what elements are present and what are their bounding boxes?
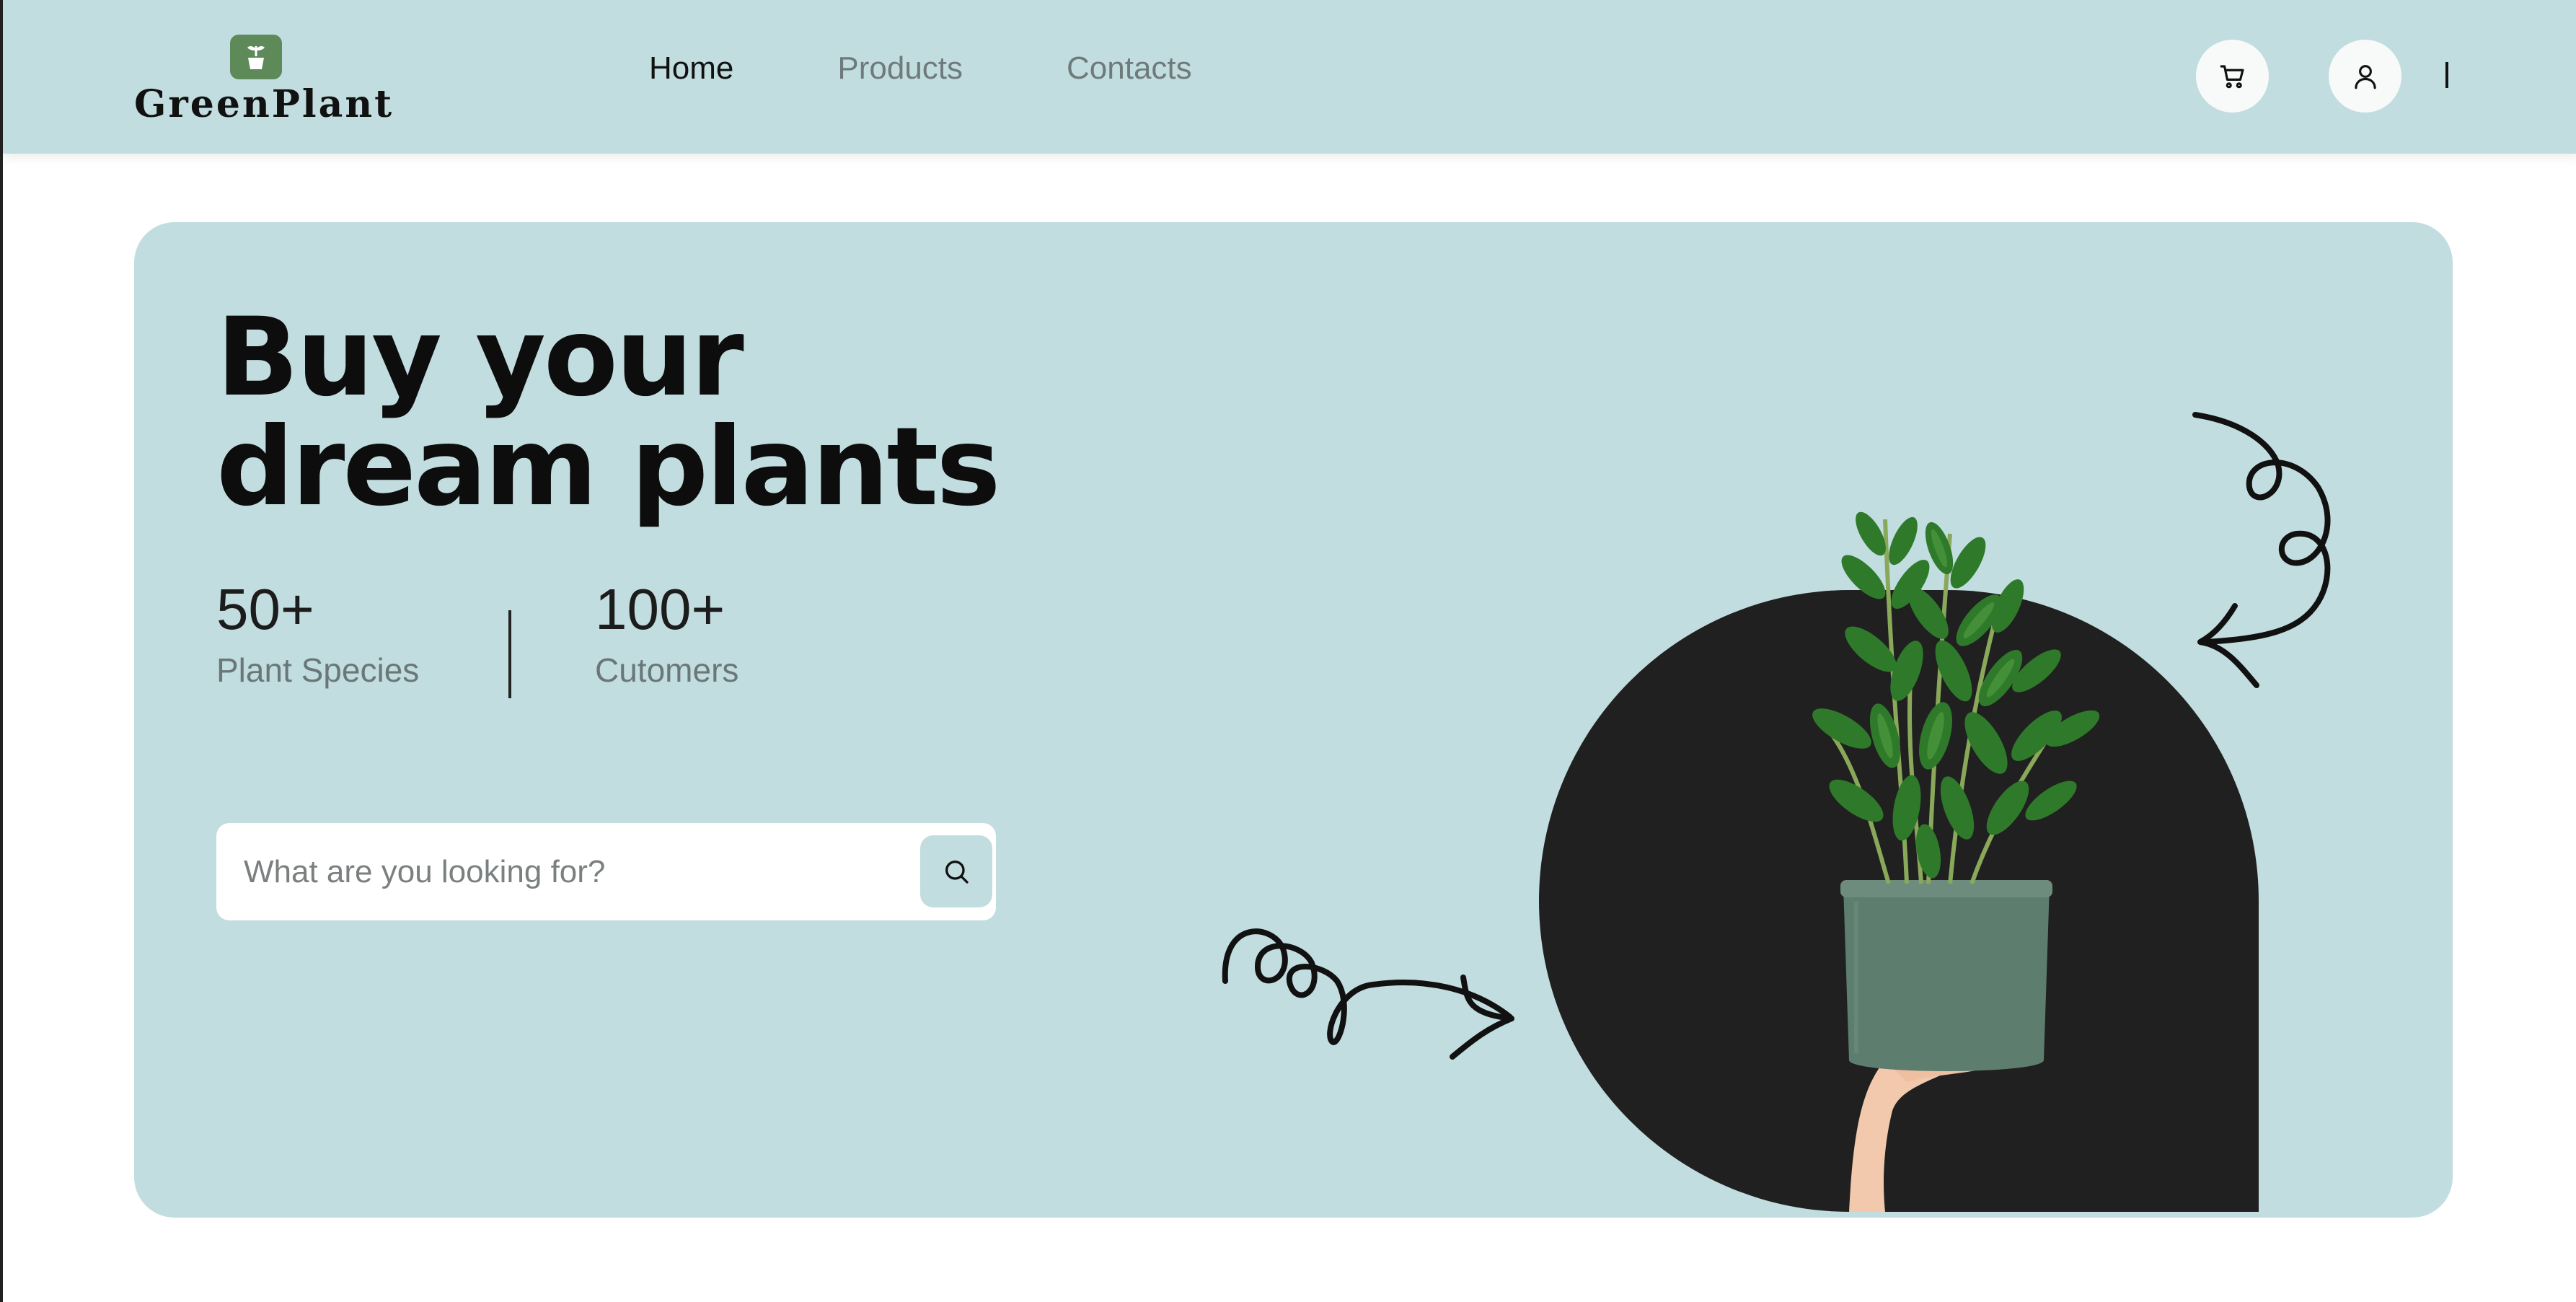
nav-contacts[interactable]: Contacts (1067, 50, 1192, 87)
stat-species-value: 50+ (216, 577, 314, 641)
curly-arrow-right-decoration (1222, 928, 1514, 1060)
headline-line-1: Buy your (216, 295, 744, 421)
curly-arrow-down-left-decoration (2192, 412, 2331, 688)
user-button[interactable] (2329, 40, 2401, 113)
stat-species: 50+ Plant Species (216, 577, 419, 690)
nav-products[interactable]: Products (837, 50, 963, 87)
page: GreenPlant Home Products Contacts Buy yo… (0, 0, 2576, 1302)
stat-species-label: Plant Species (216, 651, 420, 689)
logo[interactable]: GreenPlant (134, 35, 392, 128)
cart-icon (2220, 65, 2244, 89)
nav-home[interactable]: Home (649, 50, 733, 87)
hero-headline: Buy your dream plants (216, 303, 1082, 522)
plant-image (1812, 511, 2100, 1212)
user-icon (2355, 65, 2376, 89)
stat-customers-value: 100+ (595, 577, 725, 641)
search-button[interactable] (920, 835, 992, 907)
site-header: GreenPlant Home Products Contacts (3, 0, 2576, 154)
header-divider (2445, 62, 2448, 88)
headline-line-2: dream plants (216, 405, 1001, 530)
main-nav: Home Products Contacts (649, 50, 1192, 87)
cart-button[interactable] (2196, 40, 2269, 113)
stat-customers: 100+ Cutomers (595, 577, 738, 690)
stat-customers-label: Cutomers (595, 651, 739, 689)
logo-text: GreenPlant (134, 82, 394, 126)
potted-sprout-icon (230, 35, 282, 79)
stat-divider (508, 610, 511, 698)
search-icon (945, 861, 969, 884)
search-input[interactable] (244, 823, 878, 920)
search-bar (216, 823, 996, 920)
